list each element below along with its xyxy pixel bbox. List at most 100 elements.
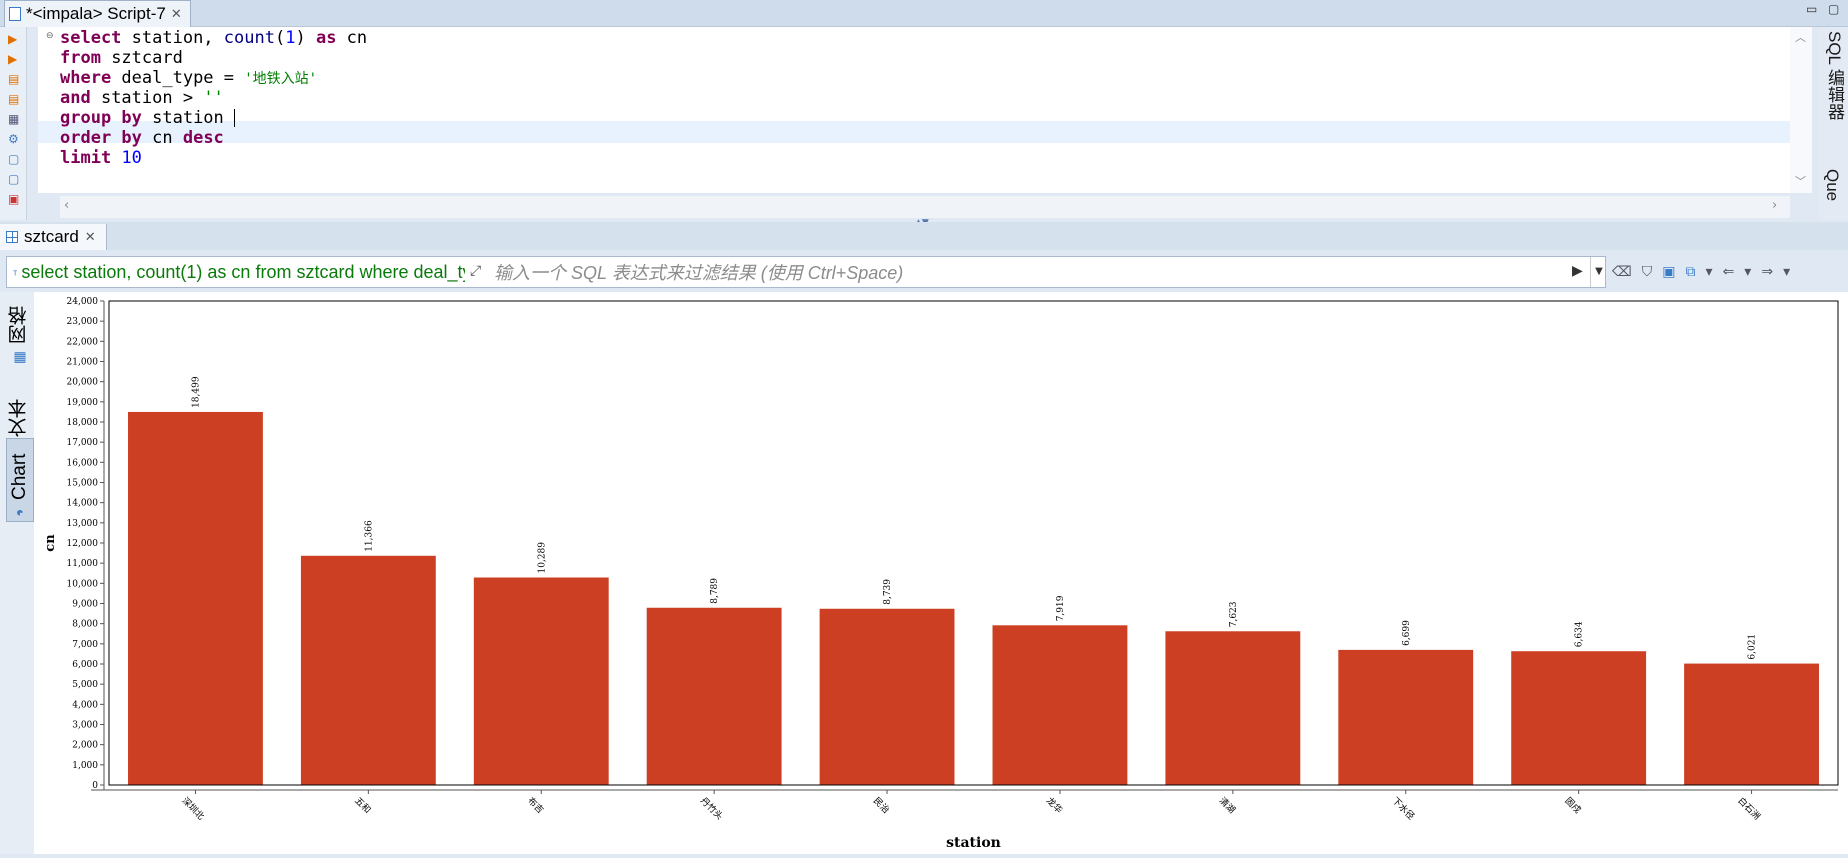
execute-in-new-tab-icon[interactable]: ▶ — [8, 53, 20, 65]
tab-script[interactable]: *<impala> Script-7 ✕ — [4, 0, 191, 27]
bar-value-label: 6,699 — [1402, 620, 1412, 646]
clear-filter-icon[interactable]: ⌫ — [1612, 264, 1632, 280]
export-icon[interactable]: ▢ — [8, 153, 20, 165]
y-tick-label: 24,000 — [67, 297, 99, 307]
tab-text[interactable]: ᵀ 文本 — [6, 374, 32, 448]
filter-bar: ᵀ select station, count(1) as cn from szt… — [6, 256, 1607, 289]
sql-editor-dock-tab[interactable]: SQL 编辑器 — [1822, 31, 1847, 120]
filter-input[interactable] — [492, 257, 1586, 289]
x-tick-label: 五和 — [352, 795, 373, 816]
bar[interactable] — [1165, 631, 1301, 785]
current-line-highlight — [38, 121, 1790, 143]
close-icon[interactable]: ✕ — [171, 6, 182, 22]
tab-text-label: 文本 — [8, 399, 30, 438]
code-line-1: select station, count(1) as cn — [60, 28, 368, 48]
filter-settings-icon[interactable]: ⛉ — [1642, 264, 1653, 280]
maximize-icon[interactable]: ▢ — [1828, 2, 1839, 16]
bar[interactable] — [819, 608, 955, 785]
bar-value-label: 8,789 — [710, 578, 720, 604]
panels-icon[interactable]: ⧉ — [1686, 264, 1696, 280]
chart-panel[interactable]: 0 1,000 2,000 3,000 4,000 5,000 6,000 7,000 8,00… — [34, 292, 1848, 854]
y-axis-title: cn — [43, 534, 58, 552]
y-tick-label: 16,000 — [67, 458, 99, 468]
code-line-2: from sztcard — [60, 48, 183, 68]
bar-chart: 01,0002,0003,0004,0005,0006,0007,0008,00… — [43, 297, 1839, 851]
y-tick-label: 17,000 — [67, 438, 99, 448]
save-filter-icon[interactable]: ▣ — [1662, 264, 1675, 280]
x-tick-label: 清湖 — [1217, 795, 1238, 816]
x-tick-label: 布吉 — [525, 795, 546, 816]
y-tick-label: 18,000 — [67, 418, 99, 428]
y-tick-label: 7,000 — [72, 640, 98, 650]
y-tick-label: 20,000 — [67, 378, 99, 388]
back-dropdown-icon[interactable]: ▾ — [1744, 264, 1751, 280]
tab-grid-label: 网格 — [8, 306, 30, 344]
bar[interactable] — [1338, 649, 1474, 785]
execute-script-icon[interactable]: ▤ — [8, 73, 20, 85]
forward-dropdown-icon[interactable]: ▾ — [1783, 264, 1790, 280]
fold-toggle-icon[interactable]: ⊖ — [46, 31, 54, 41]
expand-filter-icon[interactable]: ⤢ — [470, 263, 481, 279]
results-toolbar: ⌫ ⛉ ▣ ⧉ ▾ ⇐ ▾ ⇒ ▾ — [1612, 258, 1790, 286]
script-file-icon — [9, 7, 21, 21]
y-tick-label: 6,000 — [72, 660, 98, 670]
bar[interactable] — [1684, 663, 1819, 785]
y-tick-label: 10,000 — [67, 579, 99, 589]
y-tick-label: 5,000 — [72, 680, 98, 690]
scroll-right-icon[interactable]: › — [1772, 198, 1777, 213]
tab-sztcard-label: sztcard — [24, 227, 79, 246]
text-caret — [234, 109, 236, 127]
sql-editor[interactable]: ⊖ select station, count(1) as cn from sz… — [38, 27, 1790, 193]
bar-value-label: 11,366 — [364, 520, 374, 552]
back-icon[interactable]: ⇐ — [1723, 264, 1735, 280]
code-line-6: order by cn desc — [60, 128, 224, 148]
x-tick-label: 丹竹头 — [698, 795, 726, 823]
query-manager-dock-tab[interactable]: Que — [1822, 169, 1842, 201]
tab-chart[interactable]: ◕ Chart — [6, 438, 34, 522]
forward-icon[interactable]: ⇒ — [1761, 264, 1773, 280]
bar[interactable] — [992, 625, 1128, 785]
code-line-7: limit 10 — [60, 148, 142, 168]
bar-value-label: 7,623 — [1229, 601, 1239, 627]
code-line-4: and station > '' — [60, 88, 224, 108]
scroll-up-icon[interactable]: ︿ — [1795, 29, 1806, 45]
bar[interactable] — [473, 577, 609, 785]
explain-plan-icon[interactable]: ▦ — [8, 113, 20, 125]
bar[interactable] — [646, 607, 782, 785]
editor-horizontal-scrollbar[interactable]: ‹ › — [60, 196, 1790, 218]
y-tick-label: 15,000 — [67, 479, 99, 489]
bar[interactable] — [300, 555, 436, 785]
y-tick-label: 12,000 — [67, 539, 99, 549]
bar-value-label: 6,634 — [1575, 621, 1585, 647]
tab-grid[interactable]: ▦ 网格 — [6, 294, 32, 366]
apply-filter-icon[interactable]: ▶ — [1572, 263, 1583, 279]
scroll-down-icon[interactable]: ﹀ — [1795, 173, 1806, 189]
bar[interactable] — [128, 411, 263, 785]
code-line-3: where deal_type = '地铁入站' — [60, 68, 318, 88]
filter-history-dropdown-icon[interactable]: ▼ — [1590, 257, 1607, 287]
bar-value-label: 10,289 — [537, 542, 547, 574]
query-text-display[interactable]: ᵀ select station, count(1) as cn from szt… — [13, 257, 465, 287]
editor-tab-bar: *<impala> Script-7 ✕ ▭ ▢ — [0, 0, 1848, 27]
y-tick-label: 9,000 — [72, 600, 98, 610]
execute-statement-icon[interactable]: ▶ — [8, 33, 20, 45]
scroll-left-icon[interactable]: ‹ — [64, 198, 69, 213]
tab-sztcard[interactable]: sztcard ✕ — [0, 224, 107, 250]
load-file-icon[interactable]: ▢ — [8, 173, 20, 185]
tab-chart-label: Chart — [9, 453, 30, 500]
settings-icon[interactable]: ⚙ — [8, 133, 20, 145]
panels-dropdown-icon[interactable]: ▾ — [1706, 264, 1713, 280]
bar-value-label: 8,739 — [883, 579, 893, 605]
bar[interactable] — [1511, 651, 1647, 785]
minimize-icon[interactable]: ▭ — [1806, 2, 1817, 16]
x-tick-label: 龙华 — [1044, 795, 1065, 816]
view-mode-tabs: ▦ 网格 ᵀ 文本 ◕ Chart — [0, 292, 34, 854]
y-tick-label: 11,000 — [67, 559, 99, 569]
close-icon[interactable]: ✕ — [85, 229, 96, 245]
x-tick-label: 固戍 — [1563, 795, 1584, 816]
y-tick-label: 4,000 — [72, 700, 98, 710]
save-file-icon[interactable]: ▣ — [8, 193, 20, 205]
execute-script-new-tabs-icon[interactable]: ▤ — [8, 93, 20, 105]
bar-value-label: 7,919 — [1056, 595, 1066, 621]
editor-vertical-scrollbar[interactable]: ︿ ﹀ — [1790, 27, 1812, 193]
